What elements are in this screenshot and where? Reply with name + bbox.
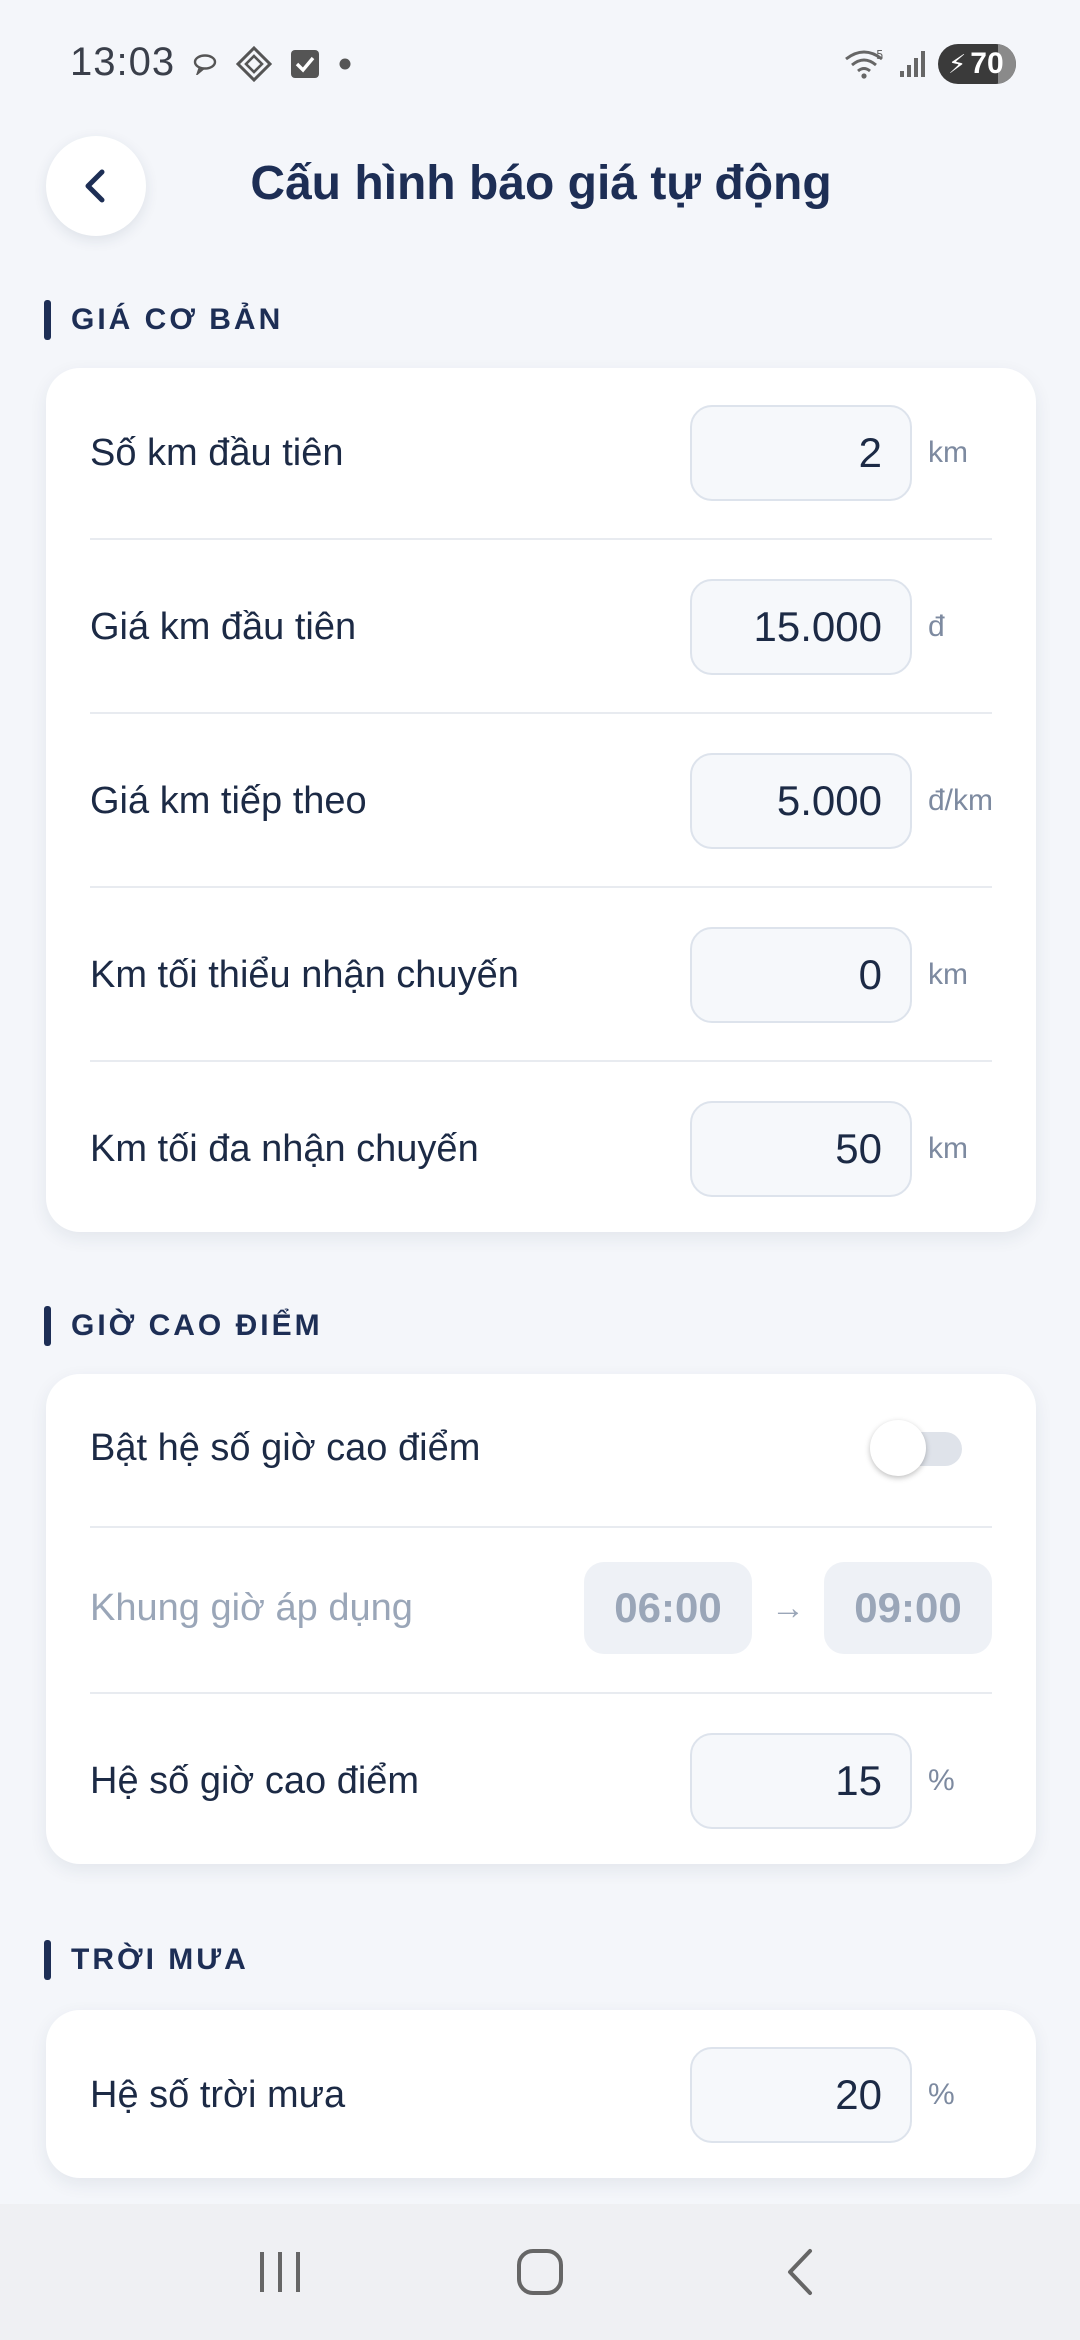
chat-bubble-icon	[192, 53, 218, 75]
section-header-rain: TRỜI MƯA	[44, 1940, 249, 1980]
back-icon	[788, 2249, 812, 2295]
setting-label: Bật hệ số giờ cao điểm	[90, 1426, 481, 1469]
unit-label: %	[928, 2078, 955, 2111]
wifi-icon: 5	[844, 47, 888, 81]
divider	[90, 1526, 992, 1528]
setting-label: Hệ số trời mưa	[90, 2073, 346, 2116]
base-price-card: Số km đầu tiên 2 km Giá km đầu tiên 15.0…	[46, 368, 1036, 1232]
status-system-icons: 5 ⚡ 70	[844, 44, 1016, 84]
rain-factor-input[interactable]: 20	[690, 2047, 912, 2143]
start-time-input[interactable]: 06:00	[584, 1562, 752, 1654]
unit-label: đ	[928, 610, 945, 643]
setting-label: Km tối thiểu nhận chuyến	[90, 953, 519, 996]
section-title: GIÁ CƠ BẢN	[71, 303, 284, 336]
section-title: TRỜI MƯA	[71, 1943, 249, 1976]
svg-text:5: 5	[876, 48, 884, 62]
page-title: Cấu hình báo giá tự động	[250, 157, 832, 210]
setting-label: Giá km đầu tiên	[90, 605, 357, 648]
setting-row-peak-toggle: Bật hệ số giờ cao điểm	[90, 1398, 992, 1498]
first-km-price-input[interactable]: 15.000	[690, 579, 912, 675]
next-km-price-input[interactable]: 5.000	[690, 753, 912, 849]
section-accent-bar	[44, 1306, 51, 1346]
recent-apps-button[interactable]	[235, 2227, 325, 2317]
peak-factor-input[interactable]: 15	[690, 1733, 912, 1829]
setting-label: Km tối đa nhận chuyến	[90, 1127, 479, 1170]
system-navigation-bar	[0, 2204, 1080, 2340]
setting-row-first-km-price: Giá km đầu tiên 15.000 đ	[90, 578, 992, 676]
setting-row-max-km: Km tối đa nhận chuyến 50 km	[90, 1100, 992, 1198]
signal-icon	[898, 49, 928, 79]
section-accent-bar	[44, 300, 51, 340]
max-km-input[interactable]: 50	[690, 1101, 912, 1197]
arrow-right-icon: →	[771, 1588, 805, 1627]
setting-row-time-window: Khung giờ áp dụng 06:00 → 09:00	[90, 1562, 992, 1654]
section-title: GIỜ CAO ĐIỂM	[71, 1309, 323, 1342]
toggle-knob	[870, 1420, 926, 1476]
setting-label: Hệ số giờ cao điểm	[90, 1759, 420, 1802]
setting-row-next-km-price: Giá km tiếp theo 5.000 đ/km	[90, 752, 994, 850]
divider	[90, 1692, 992, 1694]
section-accent-bar	[44, 1940, 51, 1980]
setting-row-peak-factor: Hệ số giờ cao điểm 15 %	[90, 1732, 992, 1830]
rain-card: Hệ số trời mưa 20 %	[46, 2010, 1036, 2178]
unit-label: km	[928, 1132, 968, 1165]
setting-label: Số km đầu tiên	[90, 431, 344, 474]
unit-label: đ/km	[928, 784, 994, 817]
divider	[90, 1060, 992, 1062]
battery-charging-icon: ⚡ 70	[938, 44, 1016, 84]
first-km-input[interactable]: 2	[690, 405, 912, 501]
system-back-button[interactable]	[755, 2227, 845, 2317]
battery-level: 70	[970, 47, 1004, 80]
dot-icon	[338, 57, 352, 71]
unit-label: km	[928, 436, 968, 469]
setting-label: Giá km tiếp theo	[90, 779, 367, 822]
section-header-peak-hours: GIỜ CAO ĐIỂM	[44, 1306, 323, 1346]
status-notification-icons	[192, 44, 352, 84]
home-icon	[517, 2249, 563, 2295]
section-header-base-price: GIÁ CƠ BẢN	[44, 300, 283, 340]
min-km-input[interactable]: 0	[690, 927, 912, 1023]
divider	[90, 886, 992, 888]
home-button[interactable]	[495, 2227, 585, 2317]
unit-label: km	[928, 958, 968, 991]
unit-label: %	[928, 1764, 955, 1797]
status-bar: 13:03 5 ⚡ 70	[0, 0, 1080, 130]
status-time: 13:03	[70, 40, 176, 84]
checkbox-app-icon	[290, 49, 320, 79]
divider	[90, 712, 992, 714]
peak-hours-card: Bật hệ số giờ cao điểm Khung giờ áp dụng…	[46, 1374, 1036, 1864]
peak-factor-toggle[interactable]	[870, 1420, 962, 1476]
setting-row-first-km: Số km đầu tiên 2 km	[90, 404, 992, 502]
setting-row-min-km: Km tối thiểu nhận chuyến 0 km	[90, 926, 992, 1024]
diamond-app-icon	[236, 46, 272, 82]
recent-apps-icon	[260, 2252, 300, 2292]
divider	[90, 538, 992, 540]
end-time-input[interactable]: 09:00	[824, 1562, 992, 1654]
setting-label: Khung giờ áp dụng	[90, 1586, 413, 1629]
setting-row-rain-factor: Hệ số trời mưa 20 %	[90, 2046, 992, 2144]
